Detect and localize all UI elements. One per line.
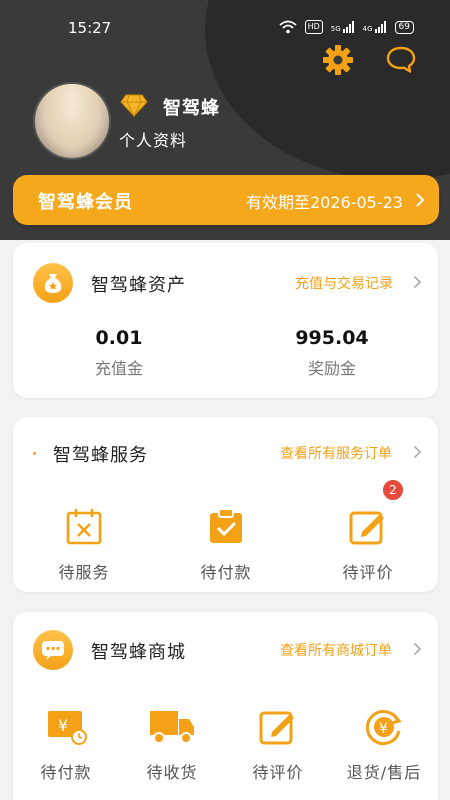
action-label: 待付款 bbox=[40, 763, 92, 782]
reward-balance-value: 995.04 bbox=[295, 327, 369, 349]
mall-returns[interactable]: ¥ 退货/售后 bbox=[339, 707, 429, 783]
chevron-right-icon[interactable] bbox=[413, 275, 422, 289]
service-pending-service[interactable]: 待服务 bbox=[39, 507, 129, 583]
signal-5g: 5G bbox=[331, 21, 355, 33]
money-bag-icon bbox=[33, 263, 73, 303]
mall-title: 智驾蜂商城 bbox=[91, 642, 186, 663]
action-label: 待收货 bbox=[146, 763, 198, 782]
chevron-right-icon[interactable] bbox=[413, 642, 422, 656]
username: 智驾蜂 bbox=[163, 98, 220, 119]
edit-note-icon bbox=[349, 511, 384, 545]
gear-icon bbox=[323, 45, 353, 75]
signal-4g: 4G bbox=[363, 21, 387, 33]
avatar-photo bbox=[37, 84, 107, 158]
battery-indicator: 69 bbox=[394, 20, 414, 34]
service-orders-link[interactable]: 查看所有服务订单 bbox=[280, 443, 392, 463]
action-label: 待评价 bbox=[252, 763, 304, 782]
service-pending-payment[interactable]: 待付款 bbox=[181, 507, 271, 583]
recharge-balance[interactable]: 0.01 充值金 bbox=[59, 327, 179, 379]
services-title: 智驾蜂服务 bbox=[53, 445, 148, 466]
membership-expiry: 有效期至2026-05-23 bbox=[246, 193, 403, 212]
calendar-x-icon bbox=[66, 509, 102, 545]
edit-note-icon bbox=[259, 711, 294, 745]
messages-button[interactable] bbox=[383, 42, 419, 78]
reward-balance[interactable]: 995.04 奖励金 bbox=[272, 327, 392, 379]
svg-text:¥: ¥ bbox=[58, 716, 68, 735]
truck-icon bbox=[150, 711, 194, 744]
profile-screen: 15:27 HD 5G 4G 69 智驾蜂 个人资料 智驾蜂会员 有效期至202… bbox=[0, 0, 450, 800]
svg-text:¥: ¥ bbox=[379, 721, 388, 737]
recharge-balance-value: 0.01 bbox=[95, 327, 143, 349]
hd-indicator: HD bbox=[304, 20, 323, 34]
mall-orders-link[interactable]: 查看所有商城订单 bbox=[280, 640, 392, 660]
service-pending-review[interactable]: 待评价 2 bbox=[323, 479, 413, 583]
settings-button[interactable] bbox=[320, 42, 356, 78]
profile-link[interactable]: 个人资料 bbox=[119, 127, 187, 151]
recharge-balance-label: 充值金 bbox=[94, 359, 143, 378]
services-dot bbox=[33, 452, 36, 455]
mall-pending-review[interactable]: 待评价 bbox=[233, 707, 323, 783]
action-label: 退货/售后 bbox=[346, 763, 422, 782]
clipboard-check-icon bbox=[210, 508, 242, 543]
wifi-icon bbox=[278, 20, 297, 34]
assets-title: 智驾蜂资产 bbox=[91, 275, 186, 296]
mall-pending-delivery[interactable]: 待收货 bbox=[127, 707, 217, 783]
assets-card: 智驾蜂资产 充值与交易记录 0.01 充值金 995.04 奖励金 bbox=[13, 243, 438, 398]
action-label: 待付款 bbox=[200, 563, 252, 582]
services-card: 智驾蜂服务 查看所有服务订单 待服务 待付款 待评价 2 bbox=[13, 417, 438, 592]
yen-card-icon: ¥ bbox=[48, 711, 87, 745]
action-label: 待评价 bbox=[342, 563, 394, 582]
chat-bubble-icon bbox=[386, 46, 416, 73]
recharge-records-link[interactable]: 充值与交易记录 bbox=[295, 273, 393, 293]
status-time: 15:27 bbox=[68, 19, 112, 37]
store-chat-icon bbox=[33, 630, 73, 670]
signal-bars-icon bbox=[342, 21, 354, 33]
action-label: 待服务 bbox=[58, 563, 110, 582]
reward-balance-label: 奖励金 bbox=[307, 359, 356, 378]
chevron-right-icon[interactable] bbox=[413, 445, 422, 459]
membership-bar[interactable]: 智驾蜂会员 有效期至2026-05-23 bbox=[13, 175, 439, 225]
mall-pending-payment[interactable]: ¥ 待付款 bbox=[21, 707, 111, 783]
avatar[interactable] bbox=[33, 82, 111, 160]
review-count-badge: 2 bbox=[382, 479, 404, 501]
membership-title: 智驾蜂会员 bbox=[38, 192, 133, 213]
yen-refund-icon: ¥ bbox=[365, 710, 402, 745]
signal-bars-icon bbox=[374, 21, 386, 33]
diamond-icon bbox=[120, 94, 148, 117]
status-icons: HD 5G 4G 69 bbox=[278, 20, 414, 34]
mall-card: 智驾蜂商城 查看所有商城订单 ¥ 待付款 待收货 待评价 ¥ 退货/售后 bbox=[13, 612, 438, 800]
chevron-right-icon bbox=[416, 193, 425, 207]
